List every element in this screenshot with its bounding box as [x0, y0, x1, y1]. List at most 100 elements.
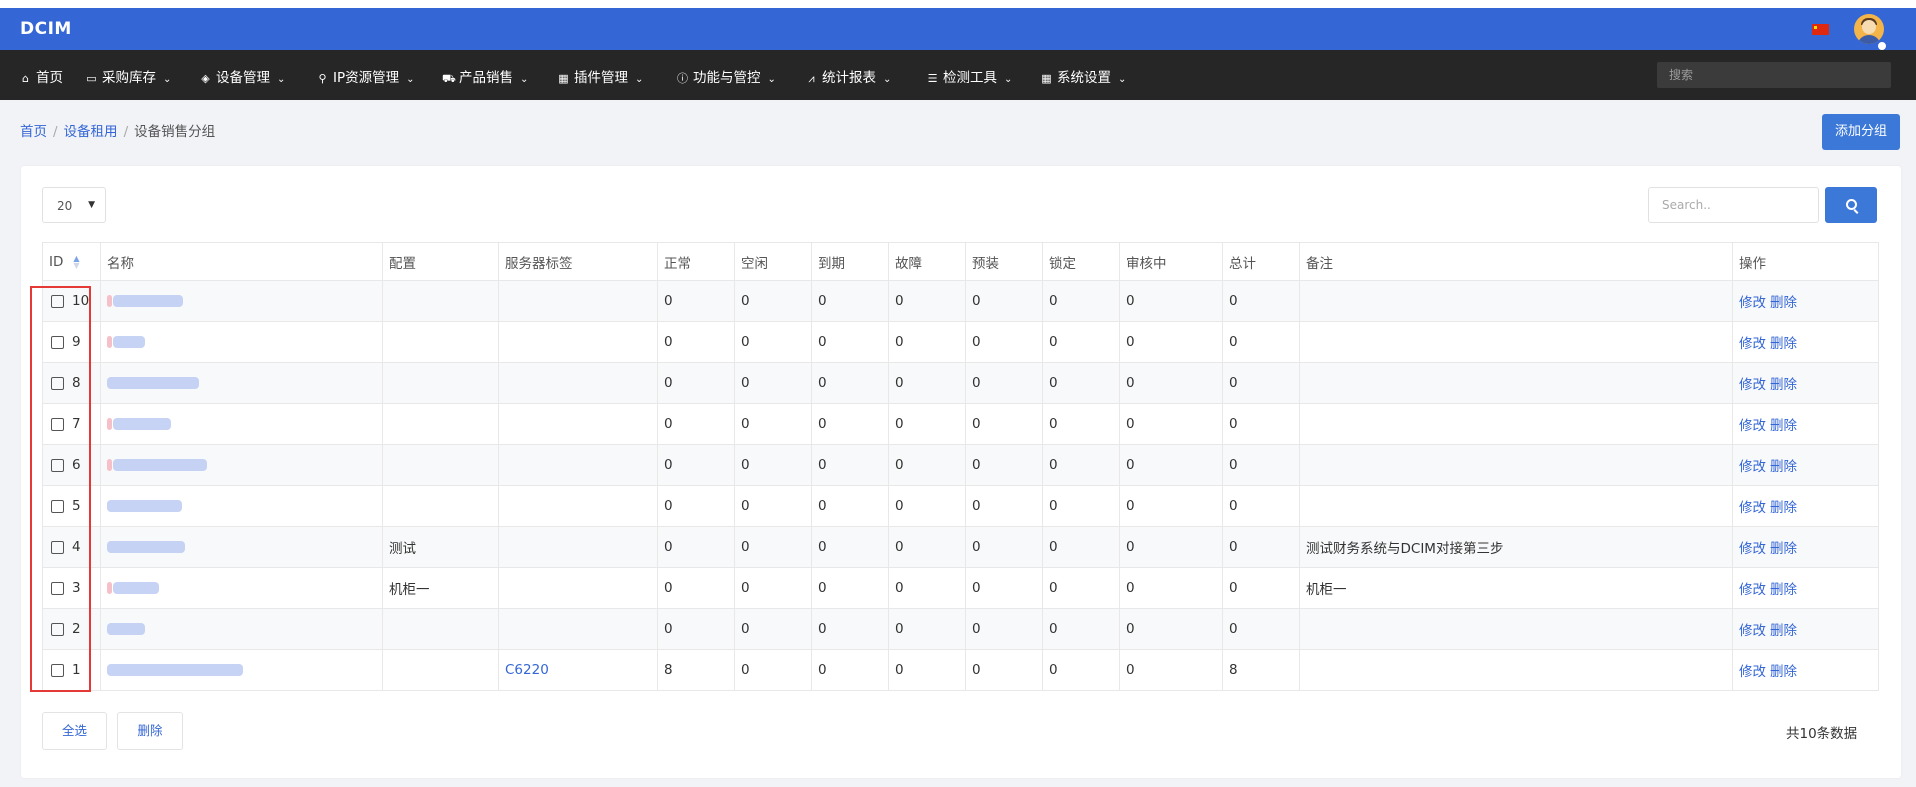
nav-item-1[interactable]: ▭ 采购库存 ⌄: [85, 66, 171, 86]
cell-fault: 0: [888, 485, 966, 527]
table-header-row: ID ▲ ▼ 名称 配置 服务器标签 正常 空闲 到期 故障 预装 锁定 审核中 总…: [42, 242, 1879, 281]
redacted-mark: [107, 295, 112, 307]
nav-item-9[interactable]: ▦ 系统设置 ⌄: [1040, 66, 1126, 86]
cell-review: 0: [1119, 321, 1223, 363]
cell-normal: 0: [657, 362, 735, 404]
cell-review: 0: [1119, 444, 1223, 486]
cell-expired: 0: [811, 649, 889, 691]
row-checkbox[interactable]: [51, 622, 64, 636]
cell-tag: [498, 608, 658, 650]
row-checkbox[interactable]: [51, 335, 64, 349]
page-size-select[interactable]: 20 ▼: [42, 187, 106, 223]
nav-item-7[interactable]: ⩘ 统计报表 ⌄: [805, 66, 891, 86]
delete-link[interactable]: 删除: [1770, 295, 1797, 311]
row-checkbox[interactable]: [51, 376, 64, 390]
column-header-idle: 空闲: [734, 242, 812, 281]
row-checkbox[interactable]: [51, 294, 64, 308]
nav-item-0[interactable]: ⌂ 首页: [19, 66, 63, 86]
cell-review: 0: [1119, 485, 1223, 527]
row-checkbox[interactable]: [51, 417, 64, 431]
edit-link[interactable]: 修改: [1739, 582, 1766, 598]
edit-link[interactable]: 修改: [1739, 336, 1766, 352]
delete-link[interactable]: 删除: [1770, 459, 1797, 475]
cell-idle: 0: [734, 567, 812, 609]
edit-link[interactable]: 修改: [1739, 664, 1766, 680]
row-checkbox[interactable]: [51, 458, 64, 472]
edit-link[interactable]: 修改: [1739, 418, 1766, 434]
cell-preinstall: 0: [965, 280, 1043, 322]
table-row: 1 C6220 8 0 0 0 0 0 0 8 修改 删除: [42, 649, 1879, 691]
edit-link[interactable]: 修改: [1739, 541, 1766, 557]
nav-search-input[interactable]: 搜索: [1657, 62, 1891, 88]
breadcrumb-parent[interactable]: 设备租用: [64, 124, 118, 140]
table-row: 3 机柜一 0 0 0 0 0 0 0 0 机柜一 修改 删除: [42, 567, 1879, 609]
nav-item-3[interactable]: ⚲ IP资源管理 ⌄: [316, 66, 415, 86]
cell-normal: 0: [657, 403, 735, 445]
nav-item-6[interactable]: ⓘ 功能与管控 ⌄: [676, 66, 776, 86]
delete-link[interactable]: 删除: [1770, 418, 1797, 434]
column-header-server-tag: 服务器标签: [498, 242, 658, 281]
cell-tag: [498, 403, 658, 445]
cell-expired: 0: [811, 362, 889, 404]
cell-idle: 0: [734, 403, 812, 445]
edit-link[interactable]: 修改: [1739, 500, 1766, 516]
delete-link[interactable]: 删除: [1770, 377, 1797, 393]
row-checkbox[interactable]: [51, 499, 64, 513]
row-id: 4: [72, 539, 81, 555]
cell-total: 0: [1222, 526, 1300, 568]
row-checkbox[interactable]: [51, 581, 64, 595]
cell-locked: 0: [1042, 526, 1120, 568]
brand-logo[interactable]: DCIM: [20, 19, 72, 39]
cell-note: [1299, 280, 1733, 322]
select-all-button[interactable]: 全选: [42, 712, 107, 750]
bulk-delete-button[interactable]: 删除: [117, 712, 183, 750]
top-strip: [0, 0, 1916, 8]
cell-expired: 0: [811, 444, 889, 486]
cell-total: 0: [1222, 567, 1300, 609]
cell-expired: 0: [811, 608, 889, 650]
cell-idle: 0: [734, 444, 812, 486]
cell-normal: 0: [657, 321, 735, 363]
cell-fault: 0: [888, 608, 966, 650]
redacted-name: [113, 336, 145, 348]
china-flag-icon[interactable]: [1812, 24, 1829, 35]
column-header-id[interactable]: ID ▲ ▼: [42, 242, 101, 281]
delete-link[interactable]: 删除: [1770, 664, 1797, 680]
delete-link[interactable]: 删除: [1770, 582, 1797, 598]
sort-icon[interactable]: ▲ ▼: [73, 254, 79, 269]
search-button[interactable]: [1825, 187, 1877, 223]
delete-link[interactable]: 删除: [1770, 623, 1797, 639]
cell-idle: 0: [734, 608, 812, 650]
cell-review: 0: [1119, 649, 1223, 691]
add-group-button[interactable]: 添加分组: [1822, 114, 1900, 150]
cell-fault: 0: [888, 280, 966, 322]
nav-item-4[interactable]: ⛟ 产品销售 ⌄: [442, 66, 528, 87]
edit-link[interactable]: 修改: [1739, 623, 1766, 639]
nav-item-label: 统计报表: [822, 70, 876, 86]
nav-item-5[interactable]: ▦ 插件管理 ⌄: [557, 66, 643, 86]
delete-link[interactable]: 删除: [1770, 500, 1797, 516]
table-search-input[interactable]: Search..: [1648, 187, 1819, 223]
column-header-locked: 锁定: [1042, 242, 1120, 281]
chevron-down-icon: ⌄: [406, 74, 415, 85]
edit-link[interactable]: 修改: [1739, 295, 1766, 311]
breadcrumb-home[interactable]: 首页: [20, 124, 47, 140]
cell-tag[interactable]: C6220: [498, 649, 658, 691]
row-id: 1: [72, 662, 81, 678]
nav-item-8[interactable]: ☰ 检测工具 ⌄: [926, 66, 1013, 86]
cell-name: [100, 362, 383, 404]
breadcrumb: 首页 / 设备租用 / 设备销售分组: [20, 120, 215, 140]
cell-normal: 0: [657, 444, 735, 486]
cell-preinstall: 0: [965, 403, 1043, 445]
row-checkbox[interactable]: [51, 663, 64, 677]
cell-name: [100, 567, 383, 609]
cell-actions: 修改 删除: [1732, 649, 1879, 691]
edit-link[interactable]: 修改: [1739, 459, 1766, 475]
edit-link[interactable]: 修改: [1739, 377, 1766, 393]
cell-id: 1: [42, 649, 101, 691]
delete-link[interactable]: 删除: [1770, 336, 1797, 352]
caret-down-icon: ▼: [88, 200, 95, 210]
row-checkbox[interactable]: [51, 540, 64, 554]
delete-link[interactable]: 删除: [1770, 541, 1797, 557]
nav-item-2[interactable]: ◈ 设备管理 ⌄: [199, 66, 285, 86]
